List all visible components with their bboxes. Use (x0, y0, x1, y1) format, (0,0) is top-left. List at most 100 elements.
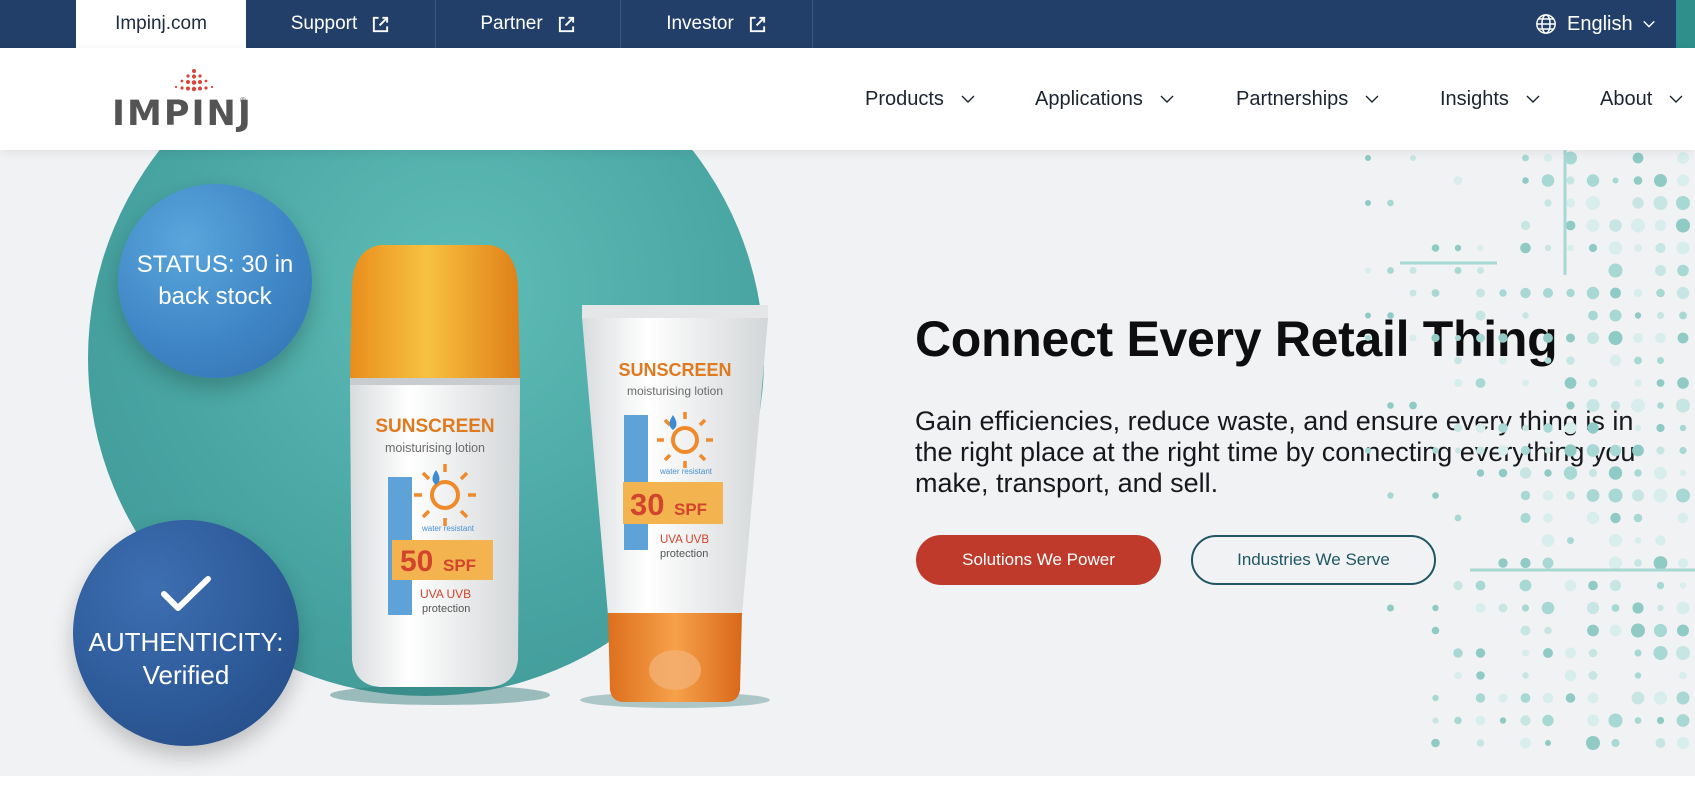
decor-dot (1611, 604, 1620, 612)
decor-dot (1587, 332, 1599, 344)
decor-dot (1632, 197, 1644, 209)
decor-dot (1676, 398, 1690, 413)
tab-label: Support (290, 13, 358, 34)
decor-dot (1454, 716, 1462, 725)
decor-dot (1542, 692, 1554, 704)
chevron-down-icon (1365, 95, 1379, 103)
decor-dot (1545, 740, 1551, 746)
nav-item-label: Partnerships (1236, 87, 1349, 110)
decor-dot (1588, 468, 1598, 478)
utility-bar: Impinj.com Support Partner Investor Engl… (0, 0, 1695, 48)
decor-dot (1656, 423, 1665, 433)
impinj-logo[interactable]: IMPINJ ® (110, 68, 253, 134)
decor-dot (1544, 357, 1552, 364)
decor-dot (1520, 693, 1531, 703)
decor-dot (1475, 603, 1486, 613)
nav-item-about[interactable]: About (1600, 48, 1684, 150)
decor-dot (1520, 490, 1531, 501)
decor-dot (1608, 263, 1623, 278)
decor-dot (1634, 244, 1642, 252)
check-icon (161, 576, 211, 611)
decor-dot (1475, 693, 1486, 703)
decor-dot (1634, 424, 1642, 432)
decor-dot (1631, 218, 1645, 233)
decor-dot (1543, 288, 1553, 298)
decor-dot (1586, 736, 1600, 750)
tube-spf-unit: SPF (674, 500, 707, 519)
decor-dot (1454, 379, 1462, 387)
nav-item-label: Applications (1035, 87, 1143, 110)
decor-dot (1542, 714, 1554, 727)
decor-dot (1522, 312, 1529, 319)
decor-dot (1498, 693, 1508, 703)
decor-dot (1453, 423, 1463, 433)
tab-support[interactable]: Support (246, 0, 436, 48)
nav-item-insights[interactable]: Insights (1440, 48, 1541, 150)
decor-dot (1564, 579, 1577, 592)
decor-dot (1453, 176, 1463, 185)
decor-dot (1586, 444, 1600, 457)
decor-dot (1543, 333, 1553, 343)
decor-dot (1476, 671, 1485, 680)
decor-dot (1608, 466, 1623, 480)
decor-dot (1608, 713, 1623, 728)
decor-dot (1677, 377, 1689, 389)
bottle-water-resistant: water resistant (421, 524, 475, 533)
solutions-we-power-button[interactable]: Solutions We Power (916, 535, 1161, 585)
decor-dot (1454, 514, 1462, 522)
decor-dot (1586, 489, 1600, 502)
nav-item-label: Insights (1440, 87, 1509, 110)
decor-dot (1522, 649, 1529, 657)
decor-dot (1522, 154, 1529, 162)
decor-dot (1586, 174, 1600, 187)
decor-dot (1543, 648, 1553, 658)
decor-dot (1655, 738, 1666, 748)
decor-dot (1543, 153, 1553, 163)
decor-dot (1520, 715, 1531, 726)
bottle-spf-number: 50 (400, 545, 433, 578)
main-nav: IMPINJ ® Products Applications Partnersh… (0, 48, 1695, 150)
tab-label: Investor (666, 13, 734, 34)
decor-dot (1476, 469, 1485, 477)
logo-wordmark: IMPINJ (112, 94, 253, 134)
decor-dot (1476, 333, 1485, 343)
decor-dot (1676, 488, 1690, 503)
language-selector[interactable]: English (1535, 0, 1656, 48)
decor-dot (1634, 356, 1642, 365)
decor-dot (1566, 288, 1575, 298)
decor-dot (1476, 739, 1485, 747)
decor-dot (1632, 152, 1644, 164)
nav-item-partnerships[interactable]: Partnerships (1236, 48, 1380, 150)
decor-dot (1610, 512, 1621, 524)
decor-dot (1475, 715, 1486, 726)
decor-dot (1634, 379, 1642, 387)
decor-dot (1475, 423, 1486, 433)
decor-dot (1409, 334, 1417, 342)
nav-item-products[interactable]: Products (865, 48, 976, 150)
bottle-uva-uvb: UVA UVB (420, 587, 471, 601)
logo-dots-icon (174, 69, 214, 92)
decor-dot (1655, 242, 1666, 254)
hero-section: SUNSCREEN moisturising lotion water resi… (0, 150, 1695, 776)
decor-dot (1679, 469, 1687, 477)
decor-dot (1676, 196, 1690, 210)
tab-investor[interactable]: Investor (621, 0, 813, 48)
tab-partner[interactable]: Partner (436, 0, 621, 48)
external-link-icon (749, 16, 765, 32)
decor-dot (1387, 492, 1394, 499)
decor-dot (1676, 691, 1690, 705)
bottle-protection: protection (422, 603, 470, 615)
decor-dot (1477, 267, 1484, 274)
decor-dot (1676, 601, 1690, 615)
chevron-down-icon (1642, 20, 1655, 28)
tab-impinj-com[interactable]: Impinj.com (76, 0, 246, 48)
decor-dot (1610, 400, 1621, 411)
decor-dot (1633, 513, 1643, 523)
decor-dot (1679, 446, 1687, 455)
decor-dot (1657, 357, 1664, 364)
decor-dot (1519, 467, 1532, 479)
decor-dot (1632, 444, 1644, 457)
decor-dot (1608, 488, 1623, 503)
decor-dot (1477, 244, 1484, 252)
nav-item-applications[interactable]: Applications (1035, 48, 1175, 150)
